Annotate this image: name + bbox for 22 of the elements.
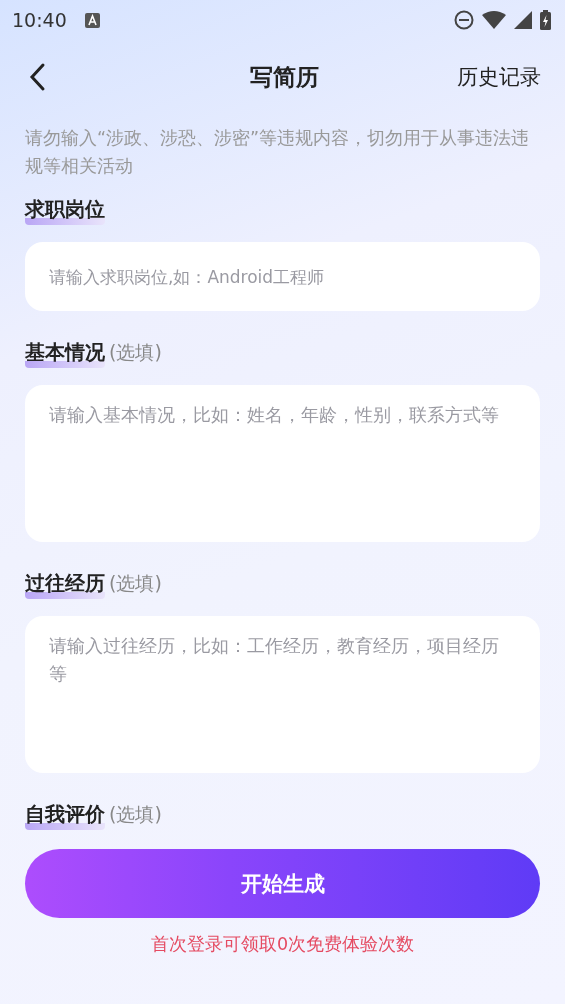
text-area-field[interactable]: 请输入基本情况，比如：姓名，年龄，性别，联系方式等	[25, 385, 540, 542]
keyboard-notification-icon	[84, 12, 100, 28]
notice-text: 请勿输入“涉政、涉恐、涉密”等违规内容，切勿用于从事违法违规等相关活动	[25, 127, 531, 178]
section-label: 自我评价	[25, 801, 105, 830]
signal-icon	[514, 11, 532, 29]
optional-hint: (选填)	[109, 340, 162, 365]
optional-hint: (选填)	[109, 571, 162, 596]
history-link[interactable]: 历史记录	[457, 63, 541, 91]
free-trial-note: 首次登录可领取0次免费体验次数	[149, 933, 416, 956]
text-area-field[interactable]: 请输入过往经历，比如：工作经历，教育经历，项目经历等	[25, 616, 540, 773]
section-label: 基本情况	[25, 339, 105, 368]
battery-icon	[540, 10, 551, 30]
section-label: 求职岗位	[25, 196, 105, 225]
back-button[interactable]	[28, 62, 46, 92]
generate-button[interactable]: 开始生成	[25, 849, 540, 918]
section-label: 过往经历	[25, 570, 105, 599]
page-title: 写简历	[250, 62, 319, 92]
optional-hint: (选填)	[109, 802, 162, 827]
job-position-field[interactable]: 请输入求职岗位,如：Android工程师	[25, 242, 540, 311]
status-time: 10:40	[12, 9, 67, 31]
do-not-disturb-icon	[454, 10, 474, 30]
wifi-icon	[482, 11, 506, 29]
